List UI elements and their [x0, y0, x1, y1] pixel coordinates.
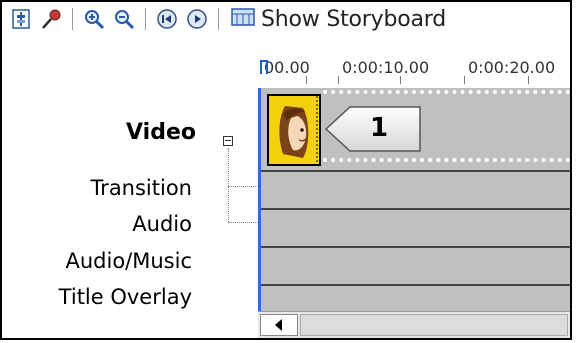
toolbar-divider	[72, 8, 73, 30]
track-label-audio-music: Audio/Music	[65, 249, 192, 273]
triangle-left-icon	[275, 316, 283, 335]
toolbar-divider	[218, 8, 219, 30]
tree-connector	[228, 222, 258, 223]
timeline-panel: Show Storyboard 00.00 0:00:10.00 0:00:20…	[0, 0, 572, 340]
track-dotted-border	[323, 90, 570, 94]
ruler-minor-tick	[306, 76, 307, 84]
scrollbar-thumb[interactable]	[300, 314, 568, 336]
horizontal-scrollbar[interactable]	[258, 311, 570, 338]
collapse-icon[interactable]	[223, 136, 233, 146]
show-storyboard-label: Show Storyboard	[261, 6, 446, 32]
playhead-marker[interactable]	[260, 60, 268, 74]
transition-track[interactable]	[261, 172, 570, 210]
timeline-toolbar: Show Storyboard	[2, 2, 570, 36]
ruler-minor-tick	[400, 76, 401, 84]
zoom-in-icon[interactable]	[83, 8, 105, 30]
ruler-tick-label: 00.00	[264, 58, 310, 77]
track-label-transition: Transition	[90, 176, 192, 200]
video-clip[interactable]	[267, 94, 321, 166]
rewind-timeline-icon[interactable]	[156, 8, 178, 30]
zoom-out-icon[interactable]	[113, 8, 135, 30]
ruler-minor-tick	[528, 76, 529, 84]
track-label-title-overlay: Title Overlay	[58, 285, 192, 309]
track-label-audio: Audio	[132, 212, 192, 236]
tree-connector	[228, 186, 258, 187]
set-audio-levels-icon[interactable]	[10, 8, 32, 30]
play-timeline-icon[interactable]	[186, 8, 208, 30]
track-dotted-border	[323, 158, 570, 162]
ruler-major-tick	[338, 76, 339, 84]
storyboard-icon	[231, 7, 255, 32]
tree-connector	[228, 148, 229, 222]
track-label-video: Video	[126, 120, 196, 145]
clip-thumbnail-image	[269, 96, 319, 164]
ruler-major-tick	[464, 76, 465, 84]
toolbar-divider	[145, 8, 146, 30]
narrate-timeline-icon[interactable]	[40, 8, 62, 30]
callout-number: 1	[369, 113, 389, 143]
scroll-left-button[interactable]	[260, 314, 298, 336]
ruler-tick-label: 0:00:20.00	[468, 58, 556, 77]
time-ruler[interactable]: 00.00 0:00:10.00 0:00:20.00	[258, 58, 570, 86]
ruler-tick-label: 0:00:10.00	[342, 58, 430, 77]
show-storyboard-button[interactable]: Show Storyboard	[231, 7, 446, 32]
audio-music-track[interactable]	[261, 248, 570, 286]
audio-track[interactable]	[261, 210, 570, 248]
